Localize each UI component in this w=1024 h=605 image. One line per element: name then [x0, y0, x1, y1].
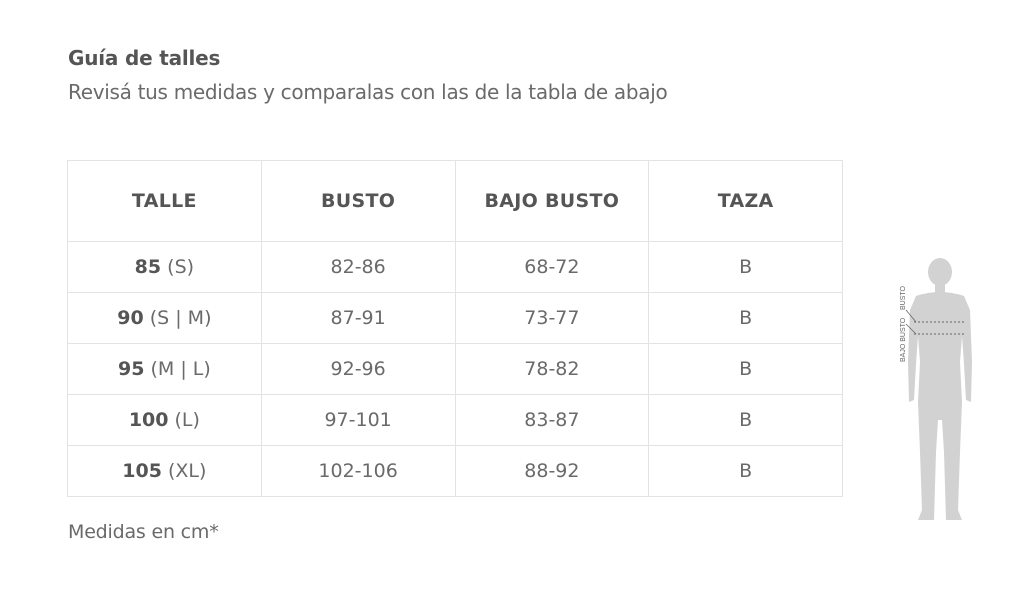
cell-talle: 85 (S)	[67, 241, 262, 293]
cell-taza: B	[648, 343, 843, 395]
cell-taza: B	[648, 241, 843, 293]
column-header-bajo-busto: BAJO BUSTO	[454, 160, 650, 242]
size-table: TALLE BUSTO BAJO BUSTO TAZA 85 (S) 82-86…	[67, 160, 843, 497]
table-row: 95 (M | L) 92-96 78-82 B	[67, 343, 843, 395]
cell-talle: 95 (M | L)	[67, 343, 262, 395]
size-letters: (L)	[168, 409, 200, 431]
size-number: 85	[134, 256, 162, 278]
page-subtitle: Revisá tus medidas y comparalas con las …	[68, 80, 668, 104]
table-row: 105 (XL) 102-106 88-92 B	[67, 445, 843, 497]
table-row: 100 (L) 97-101 83-87 B	[67, 394, 843, 446]
size-letters: (XL)	[161, 460, 207, 482]
table-header-row: TALLE BUSTO BAJO BUSTO TAZA	[67, 160, 843, 242]
column-header-busto: BUSTO	[260, 160, 456, 242]
cell-taza: B	[648, 292, 843, 344]
cell-talle: 90 (S | M)	[67, 292, 262, 344]
cell-bajo-busto: 83-87	[454, 394, 650, 446]
column-header-taza: TAZA	[648, 160, 843, 242]
cell-busto: 82-86	[260, 241, 456, 293]
size-number: 105	[122, 460, 162, 482]
cell-busto: 92-96	[260, 343, 456, 395]
size-number: 95	[117, 358, 145, 380]
table-row: 85 (S) 82-86 68-72 B	[67, 241, 843, 293]
cell-bajo-busto: 68-72	[454, 241, 650, 293]
size-number: 100	[128, 409, 169, 431]
cell-talle: 105 (XL)	[67, 445, 262, 497]
body-silhouette-figure: BUSTO BAJO BUSTO	[900, 258, 972, 520]
cell-talle: 100 (L)	[67, 394, 262, 446]
table-row: 90 (S | M) 87-91 73-77 B	[67, 292, 843, 344]
cell-bajo-busto: 78-82	[454, 343, 650, 395]
cell-busto: 102-106	[260, 445, 456, 497]
column-header-talle: TALLE	[67, 160, 262, 242]
cell-busto: 97-101	[260, 394, 456, 446]
cell-taza: B	[648, 394, 843, 446]
measurement-footnote: Medidas en cm*	[68, 521, 219, 543]
cell-bajo-busto: 88-92	[454, 445, 650, 497]
size-number: 90	[117, 307, 144, 329]
size-letters: (S)	[161, 256, 195, 278]
size-letters: (M | L)	[144, 358, 211, 380]
cell-taza: B	[648, 445, 843, 497]
body-silhouette	[908, 258, 972, 520]
cell-bajo-busto: 73-77	[454, 292, 650, 344]
bajo-busto-figure-label: BAJO BUSTO	[900, 317, 907, 362]
page-title: Guía de talles	[68, 46, 221, 70]
size-letters: (S | M)	[143, 307, 212, 329]
busto-figure-label: BUSTO	[900, 285, 907, 310]
cell-busto: 87-91	[260, 292, 456, 344]
